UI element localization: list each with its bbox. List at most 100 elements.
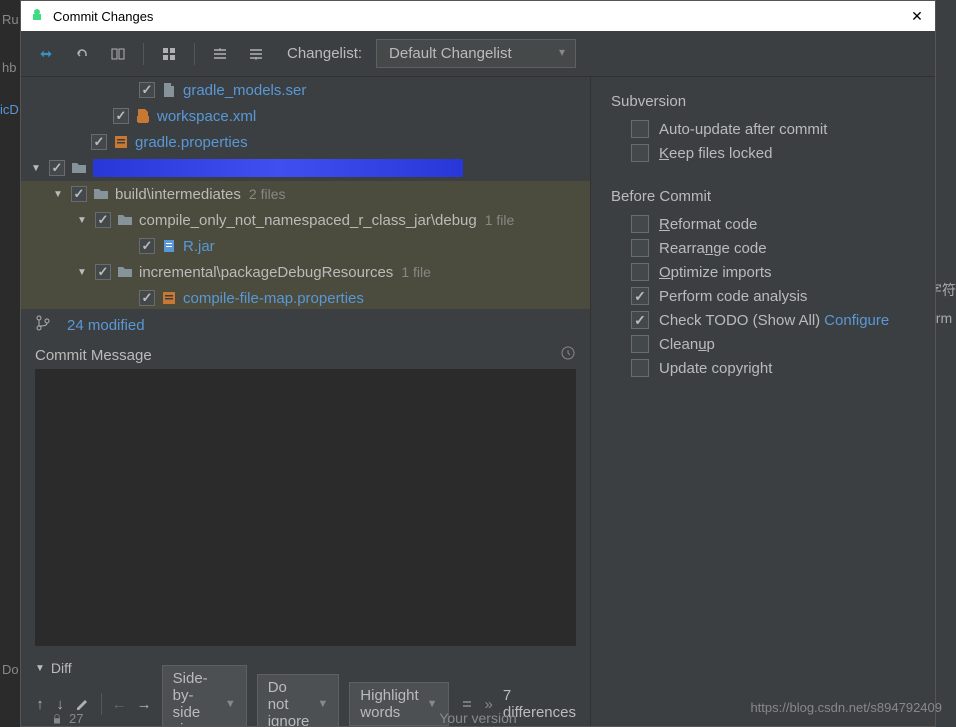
file-label: incremental\packageDebugResources [139, 264, 393, 281]
checkbox[interactable] [139, 290, 155, 306]
your-version-label: Your version [439, 710, 516, 726]
prop-icon [161, 290, 177, 306]
folder-icon [117, 264, 133, 280]
close-button[interactable]: ✕ [907, 6, 927, 26]
copyright-option[interactable]: Update copyright [631, 359, 915, 377]
tree-row[interactable]: ▼ build\intermediates 2 files [21, 181, 590, 207]
rearrange-option[interactable]: Rearrange code [631, 239, 915, 257]
forward-icon[interactable]: → [137, 692, 152, 716]
prev-diff-icon[interactable]: ↑ [35, 692, 45, 716]
android-icon [29, 8, 45, 24]
commit-message-header: Commit Message [21, 341, 590, 369]
file-label: R.jar [183, 238, 215, 255]
branch-icon [35, 315, 51, 335]
keep-locked-option[interactable]: Keep files locked [631, 144, 915, 162]
checkbox[interactable] [631, 311, 649, 329]
refresh-icon[interactable] [35, 43, 57, 65]
auto-update-option[interactable]: Auto-update after commit [631, 120, 915, 138]
checkbox[interactable] [49, 160, 65, 176]
tree-row[interactable]: compile-file-map.properties [21, 285, 590, 309]
ignore-dropdown[interactable]: Do not ignore▼ [257, 674, 340, 727]
commit-message-input[interactable] [35, 369, 576, 646]
diff-icon[interactable] [107, 43, 129, 65]
checkbox[interactable] [71, 186, 87, 202]
undo-icon[interactable] [71, 43, 93, 65]
file-count: 2 files [249, 186, 286, 202]
analysis-option[interactable]: Perform code analysis [631, 287, 915, 305]
checkbox[interactable] [113, 108, 129, 124]
separator [143, 43, 144, 65]
checkbox[interactable] [631, 120, 649, 138]
titlebar: Commit Changes ✕ [21, 1, 935, 31]
tree-row[interactable]: gradle.properties [21, 129, 590, 155]
file-icon [161, 82, 177, 98]
prop-icon [113, 134, 129, 150]
before-commit-section: Before Commit [611, 188, 915, 205]
tree-row[interactable]: ▼ compile_only_not_namespaced_r_class_jar… [21, 207, 590, 233]
optimize-option[interactable]: Optimize imports [631, 263, 915, 281]
checkbox[interactable] [631, 287, 649, 305]
toolbar: Changelist: Default Changelist [21, 31, 935, 77]
checkbox[interactable] [631, 359, 649, 377]
commit-dialog: Commit Changes ✕ Changelist: Default Cha… [20, 0, 936, 727]
cleanup-option[interactable]: Cleanup [631, 335, 915, 353]
checkbox[interactable] [95, 212, 111, 228]
lock-icon [51, 713, 63, 725]
options-panel: Subversion Auto-update after commit Keep… [591, 77, 935, 726]
option-label: Update copyright [659, 360, 772, 377]
modified-count: 24 modified [67, 317, 145, 334]
file-label: workspace.xml [157, 108, 256, 125]
checkbox[interactable] [91, 134, 107, 150]
file-label: build\intermediates [115, 186, 241, 203]
chevron-down-icon[interactable]: ▼ [31, 163, 43, 174]
option-label: Reformat code [659, 216, 757, 233]
checkbox[interactable] [631, 239, 649, 257]
todo-option[interactable]: Check TODO (Show All) Configure [631, 311, 915, 329]
folder-icon [93, 186, 109, 202]
back-icon[interactable]: ← [112, 692, 127, 716]
chevron-down-icon[interactable]: ▼ [77, 215, 89, 226]
option-label: Rearrange code [659, 240, 767, 257]
checkbox[interactable] [631, 144, 649, 162]
group-icon[interactable] [158, 43, 180, 65]
checkbox[interactable] [631, 263, 649, 281]
viewer-mode-dropdown[interactable]: Side-by-side viewer▼ [162, 665, 247, 726]
changelist-label: Changelist: [287, 45, 362, 62]
tree-row[interactable]: ▼incremental\packageDebugResources1 file [21, 259, 590, 285]
chevron-down-icon[interactable]: ▼ [77, 267, 89, 278]
expand-icon[interactable] [209, 43, 231, 65]
bg-text: Do [2, 662, 19, 677]
reformat-option[interactable]: Reformat code [631, 215, 915, 233]
xml-icon [135, 108, 151, 124]
watermark: https://blog.csdn.net/s894792409 [750, 700, 942, 715]
checkbox[interactable] [631, 335, 649, 353]
file-label: gradle_models.ser [183, 82, 306, 99]
dialog-title: Commit Changes [53, 9, 907, 24]
file-label: compile_only_not_namespaced_r_class_jar\… [139, 212, 477, 229]
option-label: Cleanup [659, 336, 715, 353]
checkbox[interactable] [139, 82, 155, 98]
checkbox[interactable] [139, 238, 155, 254]
file-label: gradle.properties [135, 134, 248, 151]
file-count: 1 file [485, 212, 515, 228]
redacted-label [93, 159, 463, 177]
lock-indicator: 27 [51, 711, 83, 726]
checkbox[interactable] [631, 215, 649, 233]
file-tree[interactable]: gradle_models.ser workspace.xml gradle.pro… [21, 77, 590, 309]
chevron-down-icon[interactable]: ▼ [53, 189, 65, 200]
tree-row[interactable]: workspace.xml [21, 103, 590, 129]
separator [194, 43, 195, 65]
option-label: Keep files locked [659, 145, 772, 162]
option-label: Auto-update after commit [659, 121, 827, 138]
file-label: compile-file-map.properties [183, 290, 364, 307]
tree-row[interactable]: R.jar [21, 233, 590, 259]
changelist-dropdown[interactable]: Default Changelist [376, 39, 576, 68]
configure-link[interactable]: Configure [824, 312, 889, 329]
history-icon[interactable] [560, 345, 576, 365]
option-label: Perform code analysis [659, 288, 807, 305]
collapse-icon[interactable] [245, 43, 267, 65]
checkbox[interactable] [95, 264, 111, 280]
highlight-dropdown[interactable]: Highlight words▼ [349, 682, 448, 726]
tree-row[interactable]: gradle_models.ser [21, 77, 590, 103]
tree-row[interactable]: ▼ [21, 155, 590, 181]
